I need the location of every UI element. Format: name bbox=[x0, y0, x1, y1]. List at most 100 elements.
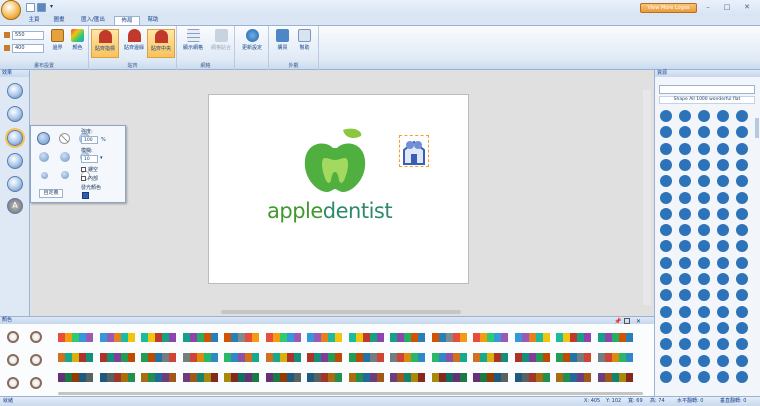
shape-icon[interactable] bbox=[736, 338, 748, 351]
color-swatch[interactable] bbox=[141, 353, 148, 362]
quick-access-dropdown-icon[interactable]: ▾ bbox=[50, 3, 53, 10]
effect-button-2[interactable] bbox=[7, 106, 23, 122]
shape-icon[interactable] bbox=[736, 321, 748, 334]
color-swatch[interactable] bbox=[584, 353, 591, 362]
shape-icon[interactable] bbox=[717, 126, 729, 139]
color-swatch[interactable] bbox=[252, 333, 259, 342]
color-swatch[interactable] bbox=[597, 373, 605, 382]
color-swatch[interactable] bbox=[224, 333, 231, 342]
color-swatch[interactable] bbox=[210, 353, 218, 362]
tab-home[interactable]: 主頁 bbox=[24, 16, 44, 25]
shape-icon[interactable] bbox=[717, 321, 729, 334]
color-swatch[interactable] bbox=[224, 373, 231, 382]
color-swatch[interactable] bbox=[196, 353, 204, 362]
shape-icon[interactable] bbox=[679, 191, 691, 204]
color-knob-4[interactable] bbox=[30, 354, 42, 366]
color-swatch[interactable] bbox=[369, 373, 377, 382]
color-swatch[interactable] bbox=[99, 373, 107, 382]
shape-icon[interactable] bbox=[717, 273, 729, 285]
color-swatch[interactable] bbox=[231, 373, 238, 382]
shape-icon[interactable] bbox=[660, 207, 672, 220]
color-swatch[interactable] bbox=[501, 333, 508, 342]
canvas-width-input[interactable]: 550 bbox=[12, 31, 44, 40]
shape-icon[interactable] bbox=[736, 126, 748, 139]
pin-icon[interactable]: 📌 bbox=[614, 318, 621, 325]
color-swatch[interactable] bbox=[570, 353, 577, 362]
color-swatch[interactable] bbox=[231, 333, 238, 342]
color-swatch[interactable] bbox=[238, 333, 245, 342]
shape-icon[interactable] bbox=[717, 158, 729, 171]
color-swatch[interactable] bbox=[563, 353, 570, 362]
color-swatch[interactable] bbox=[245, 353, 252, 362]
shape-icon[interactable] bbox=[679, 338, 691, 351]
shape-icon[interactable] bbox=[717, 240, 729, 253]
new-icon[interactable] bbox=[26, 3, 35, 12]
shape-icon[interactable] bbox=[660, 240, 672, 253]
color-swatch[interactable] bbox=[418, 373, 425, 382]
color-swatch[interactable] bbox=[155, 353, 162, 362]
shadow-option-none[interactable] bbox=[59, 133, 70, 144]
effect-button-1[interactable] bbox=[7, 83, 23, 99]
shape-icon[interactable] bbox=[736, 305, 748, 318]
color-swatch[interactable] bbox=[535, 373, 543, 382]
color-swatch[interactable] bbox=[577, 333, 584, 342]
color-swatch[interactable] bbox=[376, 333, 384, 342]
snap-guide-button[interactable]: 貼齊指標 bbox=[91, 29, 119, 58]
color-swatch[interactable] bbox=[355, 333, 363, 342]
color-swatch[interactable] bbox=[293, 353, 301, 362]
color-swatch[interactable] bbox=[189, 333, 197, 342]
color-swatch[interactable] bbox=[72, 333, 79, 342]
shape-icon[interactable] bbox=[679, 142, 691, 155]
shape-icon[interactable] bbox=[679, 158, 691, 171]
color-swatch[interactable] bbox=[618, 373, 626, 382]
color-swatch[interactable] bbox=[625, 373, 633, 382]
show-grid-button[interactable]: 顯示網格 bbox=[179, 29, 207, 58]
color-swatch[interactable] bbox=[272, 353, 280, 362]
color-swatch[interactable] bbox=[487, 373, 494, 382]
close-icon[interactable]: ✕ bbox=[742, 3, 752, 12]
color-swatch[interactable] bbox=[618, 333, 626, 342]
shape-icon[interactable] bbox=[736, 224, 748, 237]
color-swatch[interactable] bbox=[514, 353, 522, 362]
color-swatch[interactable] bbox=[404, 353, 411, 362]
color-swatch[interactable] bbox=[148, 333, 155, 342]
shape-icon[interactable] bbox=[698, 273, 710, 285]
color-swatch[interactable] bbox=[210, 373, 218, 382]
color-swatch[interactable] bbox=[438, 373, 446, 382]
color-swatch[interactable] bbox=[252, 353, 259, 362]
color-swatch[interactable] bbox=[487, 353, 494, 362]
color-swatch[interactable] bbox=[162, 373, 169, 382]
color-swatch[interactable] bbox=[58, 353, 65, 362]
color-swatch[interactable] bbox=[584, 333, 591, 342]
color-swatch[interactable] bbox=[148, 353, 155, 362]
shape-icon[interactable] bbox=[717, 191, 729, 204]
color-swatch[interactable] bbox=[431, 353, 439, 362]
color-swatch[interactable] bbox=[314, 353, 321, 362]
effect-button-3[interactable] bbox=[7, 130, 23, 146]
color-swatch[interactable] bbox=[314, 373, 321, 382]
color-swatch[interactable] bbox=[390, 353, 397, 362]
color-swatch[interactable] bbox=[321, 353, 328, 362]
color-swatch[interactable] bbox=[86, 353, 93, 362]
color-swatch[interactable] bbox=[286, 373, 294, 382]
color-swatch[interactable] bbox=[514, 373, 522, 382]
shape-icon[interactable] bbox=[698, 240, 710, 253]
color-swatch[interactable] bbox=[480, 353, 487, 362]
color-swatch[interactable] bbox=[563, 373, 570, 382]
color-swatch[interactable] bbox=[563, 333, 570, 342]
color-swatch[interactable] bbox=[604, 353, 612, 362]
color-swatch[interactable] bbox=[438, 333, 446, 342]
color-swatch[interactable] bbox=[79, 353, 86, 362]
tab-draw[interactable]: 圖畫 bbox=[49, 16, 69, 25]
shape-icon[interactable] bbox=[736, 158, 748, 171]
color-knob-6[interactable] bbox=[30, 377, 42, 389]
color-swatch[interactable] bbox=[79, 333, 86, 342]
shape-icon[interactable] bbox=[660, 126, 672, 139]
color-swatch[interactable] bbox=[169, 373, 176, 382]
color-swatch[interactable] bbox=[321, 373, 328, 382]
color-swatch[interactable] bbox=[577, 353, 584, 362]
shape-icon[interactable] bbox=[698, 370, 710, 383]
color-swatch[interactable] bbox=[528, 373, 536, 382]
effect-button-5[interactable] bbox=[7, 176, 23, 192]
resources-scrollbar[interactable] bbox=[755, 118, 759, 138]
